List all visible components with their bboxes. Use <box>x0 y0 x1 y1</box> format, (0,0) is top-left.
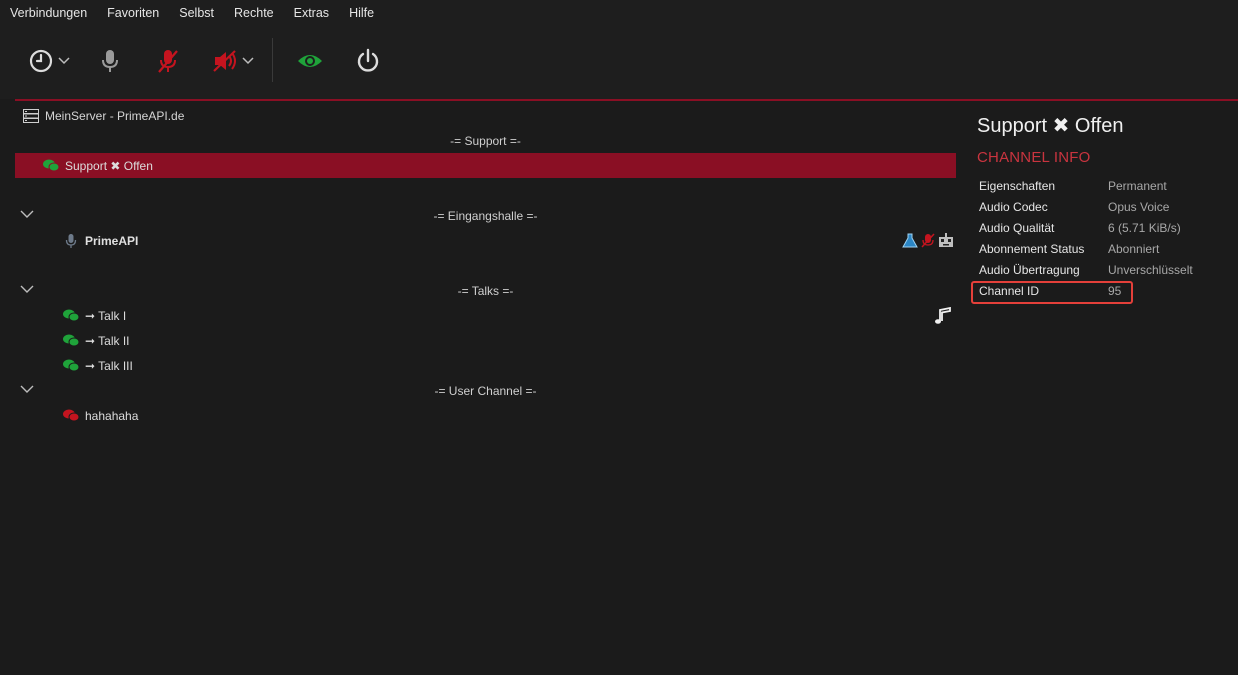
history-icon <box>29 49 53 73</box>
server-name: MeinServer - PrimeAPI.de <box>45 108 185 123</box>
channel-talk-1[interactable]: ➞ Talk I <box>15 303 956 328</box>
disconnect-button[interactable] <box>355 46 381 76</box>
info-value: 6 (5.71 KiB/s) <box>1108 220 1181 235</box>
spacer-talks[interactable]: -= Talks =- <box>15 278 956 303</box>
spacer-label: -= Talks =- <box>457 283 514 298</box>
menu-hilfe[interactable]: Hilfe <box>349 6 374 20</box>
microphone-muted-icon <box>921 233 935 248</box>
collapse-chevron-icon[interactable] <box>20 384 34 394</box>
menu-extras[interactable]: Extras <box>294 6 329 20</box>
channel-label: ➞ Talk I <box>85 308 127 323</box>
channel-id-highlight-box <box>971 281 1133 304</box>
channel-talk-3[interactable]: ➞ Talk III <box>15 353 956 378</box>
channel-chat-icon <box>63 359 79 372</box>
menu-rechte[interactable]: Rechte <box>234 6 274 20</box>
client-badges <box>902 233 954 248</box>
music-note-icon <box>935 307 951 324</box>
channel-label: ➞ Talk III <box>85 358 133 373</box>
spacer-eingangshalle[interactable]: -= Eingangshalle =- <box>15 203 956 228</box>
info-key: Audio Qualität <box>979 220 1055 235</box>
microphone-muted-icon <box>158 50 178 73</box>
spacer-label: -= Eingangshalle =- <box>433 208 538 223</box>
menu-verbindungen[interactable]: Verbindungen <box>10 6 87 20</box>
menu-selbst[interactable]: Selbst <box>179 6 214 20</box>
spacer-label: -= User Channel =- <box>434 383 537 398</box>
channel-chat-icon <box>63 309 79 322</box>
spacer-label: -= Support =- <box>450 133 521 148</box>
info-row-eigenschaften: Eigenschaften Permanent <box>979 175 1219 196</box>
mute-microphone-button[interactable] <box>156 46 180 76</box>
channel-chat-icon <box>43 159 59 172</box>
info-key: Audio Codec <box>979 199 1048 214</box>
info-title: Support ✖ Offen <box>977 115 1124 137</box>
channel-label: hahahaha <box>85 408 139 423</box>
history-button[interactable] <box>28 46 70 76</box>
info-key: Abonnement Status <box>979 241 1085 256</box>
channel-info-panel: Support ✖ Offen CHANNEL INFO Eigenschaft… <box>956 101 1238 675</box>
server-icon <box>23 109 39 123</box>
info-value: Unverschlüsselt <box>1108 262 1193 277</box>
robot-icon <box>939 233 953 247</box>
channel-tree[interactable]: MeinServer - PrimeAPI.de -= Support =- S… <box>15 101 956 675</box>
info-row-audio-uebertragung: Audio Übertragung Unverschlüsselt <box>979 259 1219 280</box>
channel-support-offen[interactable]: Support ✖ Offen <box>15 153 956 178</box>
menu-bar: Verbindungen Favoriten Selbst Rechte Ext… <box>0 0 1238 26</box>
eye-icon <box>298 55 322 67</box>
toolbar <box>0 26 1238 99</box>
spacer-user-channel[interactable]: -= User Channel =- <box>15 378 956 403</box>
info-row-abonnement-status: Abonnement Status Abonniert <box>979 238 1219 259</box>
menu-favoriten[interactable]: Favoriten <box>107 6 159 20</box>
microphone-icon <box>65 233 77 248</box>
info-key: Eigenschaften <box>979 178 1056 193</box>
flask-icon <box>902 233 918 248</box>
channel-label: Support ✖ Offen <box>65 158 153 173</box>
channel-label: ➞ Talk II <box>85 333 130 348</box>
microphone-button[interactable] <box>100 46 120 76</box>
channel-hahahaha[interactable]: hahahaha <box>15 403 956 428</box>
collapse-chevron-icon[interactable] <box>20 209 34 219</box>
spacer-support[interactable]: -= Support =- <box>15 128 956 153</box>
away-button[interactable] <box>296 46 324 76</box>
chevron-down-icon[interactable] <box>242 57 254 65</box>
channel-chat-icon <box>63 409 79 422</box>
info-key: Audio Übertragung <box>979 262 1080 277</box>
channel-talk-2[interactable]: ➞ Talk II <box>15 328 956 353</box>
toolbar-separator <box>272 38 273 82</box>
info-row-audio-codec: Audio Codec Opus Voice <box>979 196 1219 217</box>
speaker-muted-icon <box>213 50 236 72</box>
microphone-icon <box>102 50 118 72</box>
info-section-heading: CHANNEL INFO <box>977 149 1091 166</box>
client-primeapi[interactable]: PrimeAPI <box>15 228 956 253</box>
channel-chat-icon <box>63 334 79 347</box>
chevron-down-icon[interactable] <box>58 57 70 65</box>
info-row-audio-qualitaet: Audio Qualität 6 (5.71 KiB/s) <box>979 217 1219 238</box>
mute-speaker-button[interactable] <box>212 46 254 76</box>
power-icon <box>357 48 379 72</box>
server-row[interactable]: MeinServer - PrimeAPI.de <box>15 103 956 128</box>
info-value: Abonniert <box>1108 241 1160 256</box>
collapse-chevron-icon[interactable] <box>20 284 34 294</box>
info-value: Opus Voice <box>1108 199 1170 214</box>
info-value: Permanent <box>1108 178 1167 193</box>
client-name: PrimeAPI <box>85 233 139 248</box>
